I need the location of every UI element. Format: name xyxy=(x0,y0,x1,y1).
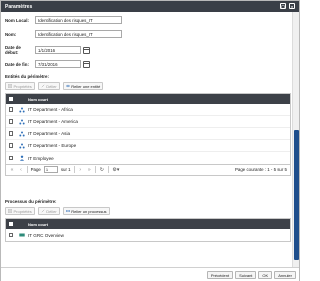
next-button[interactable]: Suivant xyxy=(235,271,257,279)
first-page-icon[interactable]: « xyxy=(9,167,15,173)
properties-icon xyxy=(8,84,12,88)
start-date-input[interactable]: 1/1/2016 xyxy=(35,46,81,54)
row-name: IT Department - Europe xyxy=(28,143,77,148)
entities-section-title: Entités du périmètre: xyxy=(5,74,49,79)
previous-button[interactable]: Précédent xyxy=(206,271,234,279)
entities-toolbar: Propriétés Délier Relier une entité xyxy=(5,82,104,90)
table-row[interactable]: IT Department - Europe xyxy=(6,140,290,152)
processes-link-button[interactable]: Relier un processus xyxy=(62,207,110,215)
row-name: IT Department - Asia xyxy=(28,131,71,136)
end-date-input[interactable]: 7/31/2016 xyxy=(35,60,81,68)
table-row[interactable]: IT Department - Africa xyxy=(6,104,290,116)
maximize-icon[interactable]: ▢ xyxy=(280,3,286,9)
settings-gear-icon[interactable]: ⚙▾ xyxy=(111,167,120,173)
vertical-scrollbar[interactable] xyxy=(292,12,299,267)
processes-delete-button[interactable]: Délier xyxy=(37,207,60,215)
row-checkbox[interactable] xyxy=(8,131,14,136)
refresh-icon[interactable]: ↻ xyxy=(99,167,105,173)
row-name: IT Employee xyxy=(28,155,54,161)
dialog-title: Paramètres xyxy=(5,3,33,10)
start-date-label: Date de début: xyxy=(5,45,21,55)
entities-properties-button[interactable]: Propriétés xyxy=(5,82,35,90)
settings-dialog: Paramètres ▢ × Nom Local: Identification… xyxy=(0,0,300,281)
table-row[interactable]: IT Department - Asia xyxy=(6,128,290,140)
row-checkbox[interactable] xyxy=(8,143,14,148)
entities-grid-header: Nom court xyxy=(6,94,290,104)
page-label: Page xyxy=(30,167,41,172)
start-date-row: Date de début: 1/1/2016 xyxy=(5,45,93,55)
entities-properties-label: Propriétés xyxy=(13,83,32,89)
row-name: IT GRC Overview xyxy=(28,232,64,238)
column-header-short-name[interactable]: Nom court xyxy=(28,97,48,102)
select-all-checkbox[interactable] xyxy=(8,221,14,227)
link-icon xyxy=(65,210,70,212)
name-row: Nom: Identification des risques_IT xyxy=(5,30,122,38)
processes-properties-label: Propriétés xyxy=(13,208,32,214)
table-row[interactable]: IT Department - America xyxy=(6,116,290,128)
row-name: IT Department - America xyxy=(28,119,78,124)
processes-toolbar: Propriétés Délier Relier un processus xyxy=(5,207,110,215)
processes-grid-header: Nom court xyxy=(6,219,290,229)
link-icon xyxy=(66,84,70,88)
end-date-label: Date de fin: xyxy=(5,61,29,67)
pager-status: Page courante : 1 - 5 sur 5 xyxy=(235,167,287,172)
page-of-label: sur 1 xyxy=(60,167,71,172)
organization-icon xyxy=(19,107,25,112)
organization-icon xyxy=(19,143,25,148)
processes-link-label: Relier un processus xyxy=(71,208,107,214)
dialog-footer: Précédent Suivant OK Annuler xyxy=(1,267,299,281)
table-row[interactable]: IT Employee xyxy=(6,152,290,164)
row-checkbox[interactable] xyxy=(8,107,14,112)
calendar-icon[interactable] xyxy=(83,60,90,68)
end-date-row: Date de fin: 7/31/2016 xyxy=(5,60,93,68)
table-row[interactable]: IT GRC Overview xyxy=(6,229,290,241)
cancel-button[interactable]: Annuler xyxy=(274,271,296,279)
previous-page-icon[interactable]: ‹ xyxy=(18,167,24,173)
dialog-titlebar: Paramètres ▢ × xyxy=(1,1,299,12)
scrollbar-thumb[interactable] xyxy=(294,130,299,260)
processes-delete-label: Délier xyxy=(46,208,57,214)
next-page-icon[interactable]: › xyxy=(77,167,83,173)
close-icon[interactable]: × xyxy=(289,3,295,9)
name-label: Nom: xyxy=(5,31,17,37)
row-checkbox[interactable] xyxy=(8,155,14,161)
entities-grid: Nom court IT Department - Africa IT Depa… xyxy=(5,93,291,165)
process-icon xyxy=(19,233,25,237)
unlink-icon xyxy=(41,209,45,213)
unlink-icon xyxy=(41,84,45,88)
entities-link-button[interactable]: Relier une entité xyxy=(62,82,104,90)
row-name: IT Department - Africa xyxy=(28,107,73,112)
local-name-input[interactable]: Identification des risques_IT xyxy=(35,16,122,24)
entities-delete-button[interactable]: Délier xyxy=(37,82,60,90)
ok-button[interactable]: OK xyxy=(258,271,273,279)
processes-grid: Nom court IT GRC Overview xyxy=(5,218,291,242)
processes-section-title: Processus du périmètre: xyxy=(5,199,57,204)
person-icon xyxy=(19,155,25,161)
local-name-row: Nom Local: Identification des risques_IT xyxy=(5,16,122,24)
row-checkbox[interactable] xyxy=(8,119,14,124)
column-header-short-name[interactable]: Nom court xyxy=(28,222,48,227)
processes-properties-button[interactable]: Propriétés xyxy=(5,207,35,215)
page-number-input[interactable]: 1 xyxy=(43,166,58,173)
calendar-icon[interactable] xyxy=(83,46,90,54)
row-checkbox[interactable] xyxy=(8,232,14,238)
name-input[interactable]: Identification des risques_IT xyxy=(35,30,122,38)
entities-delete-label: Délier xyxy=(46,83,57,89)
last-page-icon[interactable]: » xyxy=(86,167,92,173)
dialog-content: Nom Local: Identification des risques_IT… xyxy=(1,12,292,267)
entities-link-label: Relier une entité xyxy=(71,83,101,89)
organization-icon xyxy=(19,119,25,124)
local-name-label: Nom Local: xyxy=(5,17,29,23)
select-all-checkbox[interactable] xyxy=(8,96,14,102)
organization-icon xyxy=(19,131,25,136)
properties-icon xyxy=(8,209,12,213)
entities-pager: « ‹ Page 1 sur 1 › » ↻ ⚙▾ Page courante … xyxy=(5,164,291,176)
